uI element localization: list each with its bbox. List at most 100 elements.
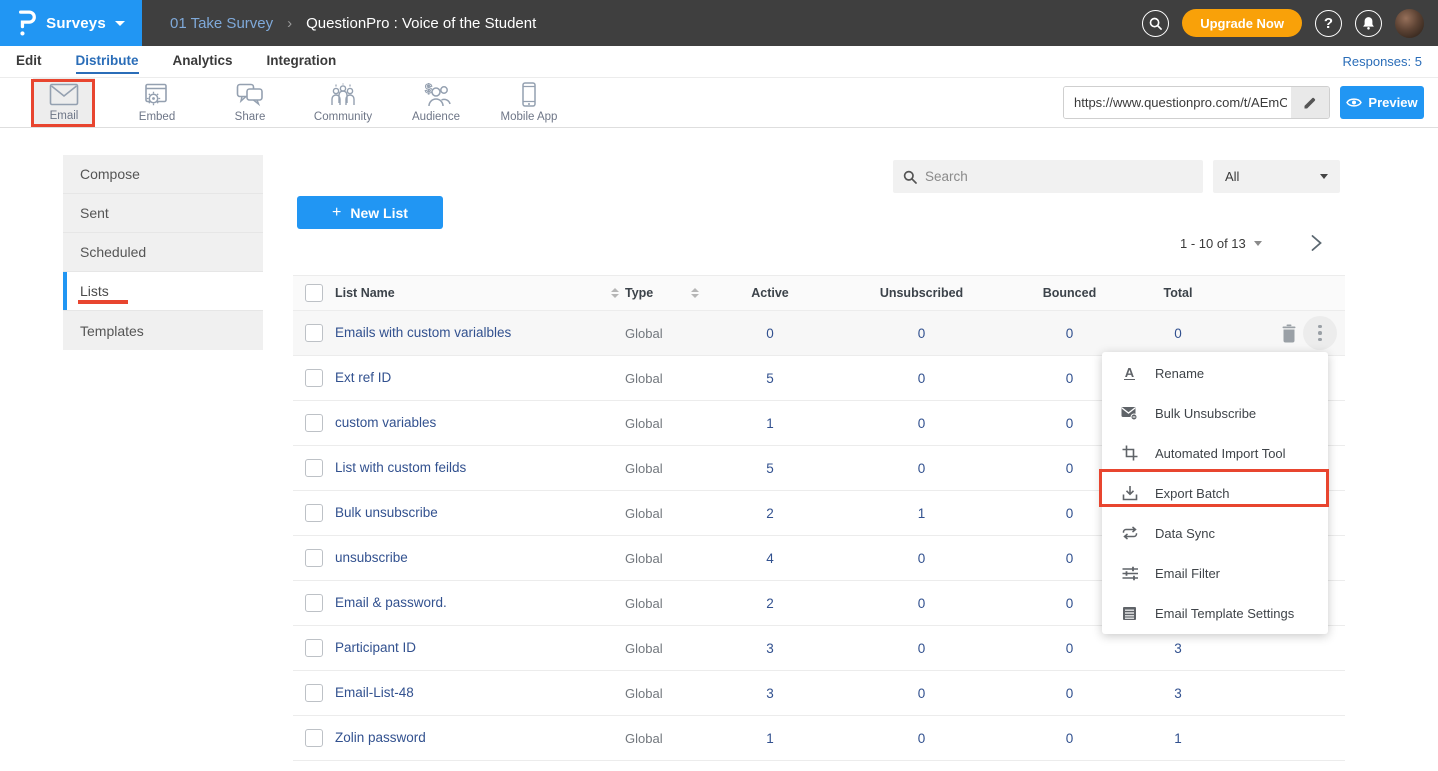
notifications-bell-icon[interactable]	[1355, 10, 1382, 37]
help-icon[interactable]: ?	[1315, 10, 1342, 37]
row-checkbox[interactable]	[305, 594, 323, 612]
list-name-link[interactable]: Participant ID	[335, 640, 416, 655]
pagination-label: 1 - 10 of 13	[1180, 236, 1246, 251]
col-active[interactable]: Active	[705, 286, 835, 300]
product-switcher[interactable]: Surveys	[0, 0, 142, 46]
row-checkbox[interactable]	[305, 414, 323, 432]
responses-count[interactable]: Responses: 5	[1343, 54, 1438, 69]
row-menu-icon[interactable]	[1303, 316, 1337, 350]
active-count[interactable]: 1	[705, 416, 835, 431]
menu-item-automated-import-tool[interactable]: Automated Import Tool	[1102, 433, 1328, 473]
distribute-toolbar: Email Embed Share Community $ Audience M…	[0, 78, 1438, 128]
menu-item-bulk-unsubscribe[interactable]: Bulk Unsubscribe	[1102, 393, 1328, 433]
next-page-icon[interactable]	[1310, 234, 1323, 257]
row-checkbox[interactable]	[305, 504, 323, 522]
sidebar-item-scheduled[interactable]: Scheduled	[63, 233, 263, 272]
sidebar-item-compose[interactable]: Compose	[63, 155, 263, 194]
sidebar-item-templates[interactable]: Templates	[63, 311, 263, 350]
menu-item-email-filter[interactable]: Email Filter	[1102, 553, 1328, 593]
sidebar-item-lists[interactable]: Lists	[63, 272, 263, 311]
active-count[interactable]: 5	[705, 461, 835, 476]
active-count[interactable]: 5	[705, 371, 835, 386]
col-list-name[interactable]: List Name	[335, 286, 395, 300]
row-checkbox[interactable]	[305, 369, 323, 387]
active-count[interactable]: 2	[705, 596, 835, 611]
menu-label: Rename	[1155, 366, 1204, 381]
channel-mobile-app[interactable]: Mobile App	[498, 78, 560, 127]
channel-community[interactable]: Community	[312, 78, 374, 127]
bounced-count: 0	[1008, 641, 1131, 656]
channel-email[interactable]: Email	[33, 78, 95, 127]
unsubscribed-count: 0	[835, 326, 1008, 341]
unsubscribed-count: 0	[835, 641, 1008, 656]
active-count[interactable]: 4	[705, 551, 835, 566]
list-filter-dropdown[interactable]: All	[1213, 160, 1340, 193]
row-checkbox[interactable]	[305, 639, 323, 657]
menu-item-data-sync[interactable]: Data Sync	[1102, 513, 1328, 553]
breadcrumb-survey-link[interactable]: 01 Take Survey	[170, 15, 273, 32]
total-count[interactable]: 0	[1131, 326, 1225, 341]
survey-url-input[interactable]	[1064, 87, 1291, 118]
total-count[interactable]: 3	[1131, 641, 1225, 656]
sidebar-item-sent[interactable]: Sent	[63, 194, 263, 233]
search-icon[interactable]	[1142, 10, 1169, 37]
active-count[interactable]: 1	[705, 731, 835, 746]
delete-list-icon[interactable]	[1277, 320, 1301, 347]
active-count[interactable]: 2	[705, 506, 835, 521]
table-row[interactable]: Emails with custom varialbles Global 0 0…	[293, 311, 1345, 356]
active-count[interactable]: 0	[705, 326, 835, 341]
rename-icon: A	[1121, 366, 1138, 380]
list-name-link[interactable]: List with custom feilds	[335, 460, 466, 475]
pagination-dropdown[interactable]: 1 - 10 of 13	[1180, 236, 1262, 251]
menu-item-email-template-settings[interactable]: Email Template Settings	[1102, 593, 1328, 633]
upgrade-now-button[interactable]: Upgrade Now	[1182, 9, 1302, 37]
table-row[interactable]: Zolin password Global 1 0 0 1	[293, 716, 1345, 761]
list-name-link[interactable]: Emails with custom varialbles	[335, 325, 511, 340]
channel-embed[interactable]: Embed	[126, 78, 188, 127]
unsubscribed-count: 0	[835, 551, 1008, 566]
sort-icon[interactable]	[691, 288, 699, 298]
list-name-link[interactable]: Bulk unsubscribe	[335, 505, 438, 520]
col-total[interactable]: Total	[1131, 286, 1225, 300]
new-list-button[interactable]: + New List	[297, 196, 443, 229]
row-checkbox[interactable]	[305, 324, 323, 342]
row-checkbox[interactable]	[305, 729, 323, 747]
email-icon	[49, 83, 79, 106]
sort-icon[interactable]	[611, 288, 619, 298]
share-icon	[236, 83, 264, 107]
tab-distribute[interactable]: Distribute	[76, 47, 139, 76]
preview-button[interactable]: Preview	[1340, 86, 1424, 119]
edit-url-icon[interactable]	[1291, 87, 1329, 118]
list-name-link[interactable]: Zolin password	[335, 730, 426, 745]
user-avatar[interactable]	[1395, 9, 1424, 38]
total-count[interactable]: 1	[1131, 731, 1225, 746]
channel-audience[interactable]: $ Audience	[405, 78, 467, 127]
col-bounced[interactable]: Bounced	[1008, 286, 1131, 300]
active-count[interactable]: 3	[705, 686, 835, 701]
list-name-link[interactable]: Ext ref ID	[335, 370, 391, 385]
search-icon	[903, 170, 917, 184]
row-checkbox[interactable]	[305, 459, 323, 477]
bulk-unsubscribe-icon	[1121, 406, 1138, 420]
list-name-link[interactable]: unsubscribe	[335, 550, 408, 565]
search-input[interactable]	[925, 169, 1193, 184]
select-all-checkbox[interactable]	[305, 284, 323, 302]
table-row[interactable]: Email-List-48 Global 3 0 0 3	[293, 671, 1345, 716]
list-name-link[interactable]: custom variables	[335, 415, 436, 430]
unsubscribed-count: 0	[835, 371, 1008, 386]
row-checkbox[interactable]	[305, 549, 323, 567]
list-name-link[interactable]: Email-List-48	[335, 685, 414, 700]
tab-edit[interactable]: Edit	[16, 47, 42, 76]
active-count[interactable]: 3	[705, 641, 835, 656]
menu-item-export-batch[interactable]: Export Batch	[1102, 473, 1328, 513]
row-checkbox[interactable]	[305, 684, 323, 702]
tab-analytics[interactable]: Analytics	[173, 47, 233, 76]
menu-item-rename[interactable]: A Rename	[1102, 353, 1328, 393]
channel-share[interactable]: Share	[219, 78, 281, 127]
list-name-link[interactable]: Email & password.	[335, 595, 447, 610]
tab-integration[interactable]: Integration	[267, 47, 337, 76]
col-unsubscribed[interactable]: Unsubscribed	[835, 286, 1008, 300]
col-type[interactable]: Type	[625, 286, 653, 300]
total-count[interactable]: 3	[1131, 686, 1225, 701]
list-type: Global	[625, 551, 705, 566]
